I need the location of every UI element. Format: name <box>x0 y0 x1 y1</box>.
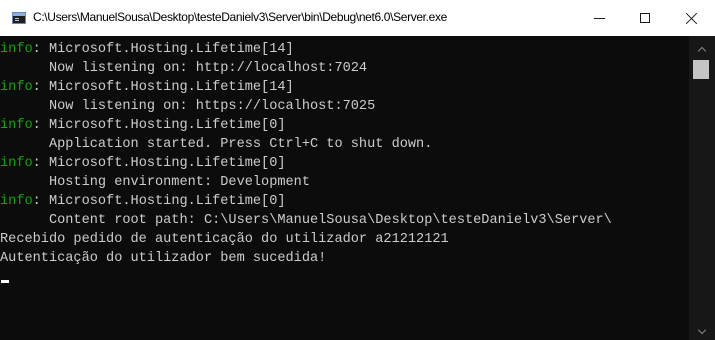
console-line: info: Microsoft.Hosting.Lifetime[0] <box>0 192 690 211</box>
chevron-up-icon <box>697 46 707 55</box>
console-line: Now listening on: https://localhost:7025 <box>0 97 690 116</box>
console-line: Content root path: C:\Users\ManuelSousa\… <box>0 211 690 230</box>
title-bar[interactable]: C:\Users\ManuelSousa\Desktop\testeDaniel… <box>0 0 715 36</box>
scrollbar-thumb[interactable] <box>693 60 709 79</box>
log-message: : Microsoft.Hosting.Lifetime[0] <box>32 118 286 133</box>
maximize-icon <box>640 13 650 23</box>
close-icon <box>685 12 698 25</box>
log-message: : Microsoft.Hosting.Lifetime[14] <box>32 42 294 57</box>
log-level: info <box>0 156 33 171</box>
console-window: C:\Users\ManuelSousa\Desktop\testeDaniel… <box>0 0 715 340</box>
vertical-scrollbar[interactable] <box>689 36 715 340</box>
console-line: info: Microsoft.Hosting.Lifetime[0] <box>0 154 690 173</box>
log-message: Recebido pedido de autenticação do utili… <box>0 232 449 247</box>
log-message: Now listening on: http://localhost:7024 <box>0 61 368 76</box>
log-level: info <box>0 194 33 209</box>
minimize-icon <box>593 17 605 19</box>
console-output[interactable]: info: Microsoft.Hosting.Lifetime[14] Now… <box>0 40 690 340</box>
log-message: Content root path: C:\Users\ManuelSousa\… <box>0 213 612 228</box>
scroll-down-button[interactable] <box>689 323 715 340</box>
console-line: info: Microsoft.Hosting.Lifetime[0] <box>0 116 690 135</box>
minimize-button[interactable] <box>576 0 622 36</box>
log-message: : Microsoft.Hosting.Lifetime[14] <box>32 80 294 95</box>
console-line: info: Microsoft.Hosting.Lifetime[14] <box>0 40 690 59</box>
log-level: info <box>0 42 33 57</box>
console-app-icon[interactable] <box>12 12 26 24</box>
console-line: info: Microsoft.Hosting.Lifetime[14] <box>0 78 690 97</box>
log-message: Hosting environment: Development <box>0 175 310 190</box>
log-level: info <box>0 80 33 95</box>
window-title: C:\Users\ManuelSousa\Desktop\testeDaniel… <box>33 10 447 24</box>
text-cursor <box>1 280 9 283</box>
console-line: Recebido pedido de autenticação do utili… <box>0 230 690 249</box>
log-message: Application started. Press Ctrl+C to shu… <box>0 137 433 152</box>
maximize-button[interactable] <box>622 0 668 36</box>
scroll-up-button[interactable] <box>689 40 715 57</box>
log-level: info <box>0 118 33 133</box>
close-button[interactable] <box>668 0 714 36</box>
log-message: Autenticação do utilizador bem sucedida! <box>0 251 327 266</box>
console-line: Autenticação do utilizador bem sucedida! <box>0 249 690 268</box>
log-message: Now listening on: https://localhost:7025 <box>0 99 376 114</box>
chevron-down-icon <box>697 325 707 334</box>
console-line: Hosting environment: Development <box>0 173 690 192</box>
log-message: : Microsoft.Hosting.Lifetime[0] <box>32 156 286 171</box>
console-line: Application started. Press Ctrl+C to shu… <box>0 135 690 154</box>
console-line: Now listening on: http://localhost:7024 <box>0 59 690 78</box>
log-message: : Microsoft.Hosting.Lifetime[0] <box>32 194 286 209</box>
